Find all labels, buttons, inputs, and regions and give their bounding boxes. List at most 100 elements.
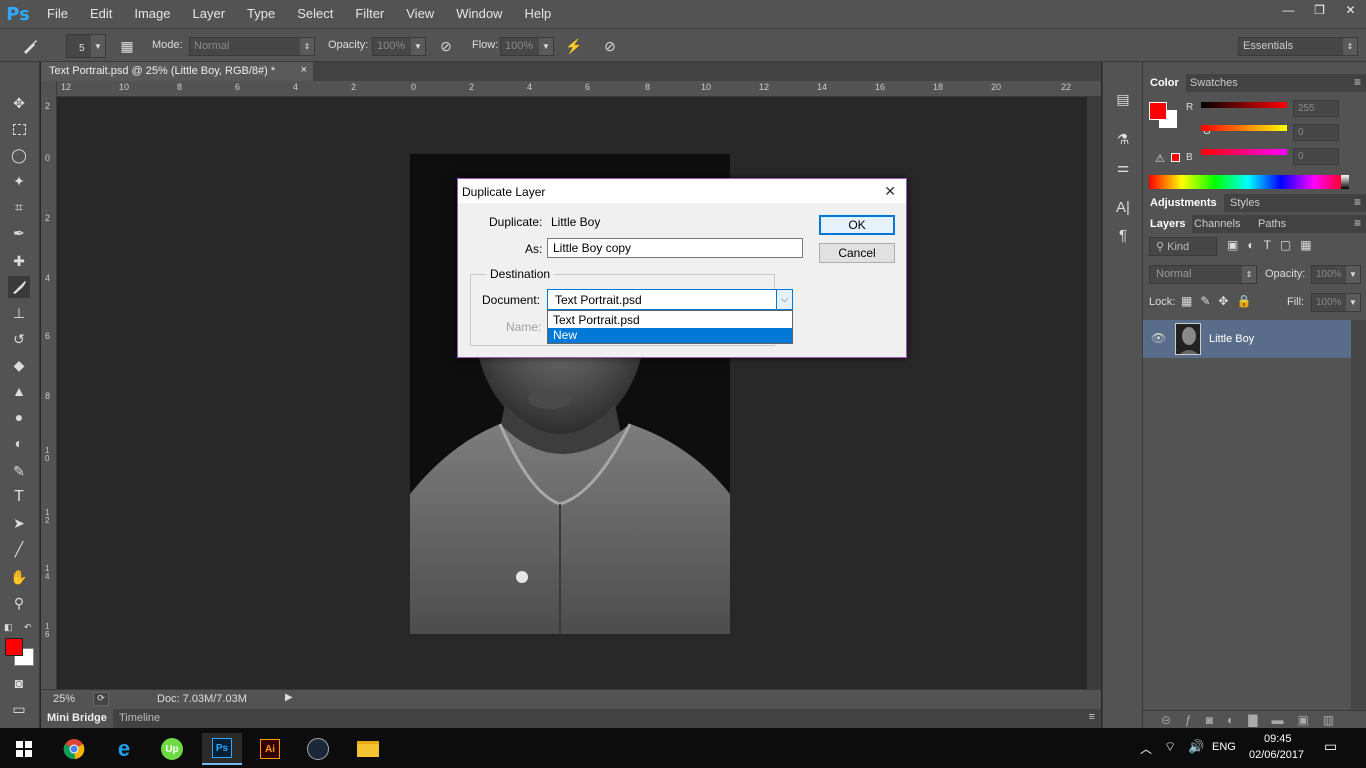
layers-scrollbar[interactable] xyxy=(1351,320,1366,710)
tab-paths[interactable]: Paths xyxy=(1251,215,1293,233)
tab-close-icon[interactable]: × xyxy=(301,64,307,76)
paragraph-panel-icon[interactable]: ¶ xyxy=(1112,224,1134,246)
menu-view[interactable]: View xyxy=(395,0,445,28)
pressure-opacity-icon[interactable]: ⊘ xyxy=(436,36,456,56)
pen-tool-icon[interactable]: ✎ xyxy=(8,460,30,482)
blur-tool-icon[interactable]: ● xyxy=(8,406,30,428)
photoshop-taskbar-icon[interactable]: Ps xyxy=(202,733,242,765)
history-panel-icon[interactable]: ▤ xyxy=(1112,88,1134,110)
vertical-scrollbar[interactable] xyxy=(1087,97,1101,689)
pressure-size-icon[interactable]: ⊘ xyxy=(600,36,620,56)
tab-layers[interactable]: Layers xyxy=(1143,215,1193,233)
airbrush-icon[interactable]: ⚡ xyxy=(564,36,584,56)
layer-row-little-boy[interactable]: 👁 Little Boy xyxy=(1143,320,1351,358)
tab-timeline[interactable]: Timeline xyxy=(113,709,166,728)
bucket-tool-icon[interactable]: ▲ xyxy=(8,380,30,402)
panel-menu-icon[interactable]: ≡ xyxy=(1354,75,1361,89)
crop-tool-icon[interactable]: ⌗ xyxy=(8,196,30,218)
menu-image[interactable]: Image xyxy=(123,0,181,28)
workspace-select[interactable]: Essentials ⇕ xyxy=(1238,37,1358,56)
illustrator-icon[interactable]: Ai xyxy=(250,733,290,765)
color-spectrum-bar[interactable] xyxy=(1149,175,1347,189)
tab-mini-bridge[interactable]: Mini Bridge xyxy=(41,709,113,728)
dropdown-option-text-portrait[interactable]: Text Portrait.psd xyxy=(548,312,792,328)
tab-color[interactable]: Color xyxy=(1143,74,1186,92)
dialog-close-icon[interactable]: ✕ xyxy=(884,183,896,200)
path-selection-icon[interactable]: ➤ xyxy=(8,512,30,534)
line-tool-icon[interactable]: ╱ xyxy=(8,538,30,560)
close-button[interactable]: ✕ xyxy=(1335,0,1366,20)
default-colors-icon[interactable]: ◧ xyxy=(4,622,13,633)
screen-mode-icon[interactable]: ▭ xyxy=(8,698,30,720)
ok-button[interactable]: OK xyxy=(819,215,895,235)
as-input[interactable] xyxy=(547,238,803,258)
document-tab[interactable]: Text Portrait.psd @ 25% (Little Boy, RGB… xyxy=(41,62,313,81)
mode-select[interactable]: Normal ⇕ xyxy=(189,37,315,56)
menu-help[interactable]: Help xyxy=(513,0,562,28)
clock-date[interactable]: 02/06/2017 xyxy=(1249,749,1304,761)
lock-options-icons[interactable]: ▦✎✥🔒 xyxy=(1181,294,1259,308)
brush-tool-icon[interactable] xyxy=(8,276,30,298)
quick-mask-icon[interactable]: ◙ xyxy=(8,672,30,694)
menu-type[interactable]: Type xyxy=(236,0,286,28)
layer-filter-icons[interactable]: ▣◐T▢▦ xyxy=(1227,238,1321,252)
chevron-up-icon[interactable]: ︿ xyxy=(1140,740,1152,757)
marquee-tool-icon[interactable] xyxy=(8,118,30,140)
type-tool-icon[interactable]: T xyxy=(8,486,30,508)
panel-menu-icon[interactable]: ≡ xyxy=(1354,216,1361,230)
green-value-input[interactable]: 0 xyxy=(1293,124,1339,141)
clock-time[interactable]: 09:45 xyxy=(1264,733,1292,745)
stamp-tool-icon[interactable]: ⊥ xyxy=(8,302,30,324)
brush-presets-icon[interactable]: ⚗ xyxy=(1112,128,1134,150)
hand-tool-icon[interactable]: ✋ xyxy=(8,566,30,588)
volume-icon[interactable]: 🔊 xyxy=(1188,739,1204,755)
tab-adjustments[interactable]: Adjustments xyxy=(1143,194,1224,212)
blue-slider[interactable] xyxy=(1201,149,1287,155)
panel-menu-icon[interactable]: ≡ xyxy=(1089,711,1095,723)
character-panel-icon[interactable]: A| xyxy=(1112,196,1134,218)
green-slider[interactable] xyxy=(1201,125,1287,131)
layer-filter-kind[interactable]: ⚲ Kind xyxy=(1149,237,1217,256)
menu-file[interactable]: File xyxy=(36,0,79,28)
move-tool-icon[interactable]: ✥ xyxy=(8,92,30,114)
layer-name[interactable]: Little Boy xyxy=(1209,333,1254,345)
brush-tool-icon[interactable] xyxy=(20,36,40,56)
history-brush-icon[interactable]: ↺ xyxy=(8,328,30,350)
clone-source-icon[interactable]: ⚌ xyxy=(1112,156,1134,178)
internet-explorer-icon[interactable]: e xyxy=(104,733,144,765)
brush-size-picker[interactable]: 5 ▼ xyxy=(66,34,106,58)
brush-panel-icon[interactable]: ▦ xyxy=(117,36,137,56)
blue-value-input[interactable]: 0 xyxy=(1293,148,1339,165)
black-white-ramp[interactable] xyxy=(1341,175,1349,189)
panel-menu-icon[interactable]: ≡ xyxy=(1354,195,1361,209)
eraser-tool-icon[interactable]: ◆ xyxy=(8,354,30,376)
menu-layer[interactable]: Layer xyxy=(182,0,237,28)
swap-colors-icon[interactable]: ↶ xyxy=(24,622,32,633)
layer-opacity-input[interactable]: 100% ▼ xyxy=(1311,265,1361,284)
status-menu-arrow-icon[interactable]: ▶ xyxy=(285,692,297,706)
blend-mode-select[interactable]: Normal ⇕ xyxy=(1149,265,1257,284)
layer-actions-bar[interactable]: ⊝ƒ◙◐▇▬▣▥ xyxy=(1143,710,1366,730)
fill-input[interactable]: 100% ▼ xyxy=(1311,293,1361,312)
menu-window[interactable]: Window xyxy=(445,0,513,28)
windows-start-icon[interactable] xyxy=(4,733,44,765)
chrome-icon[interactable] xyxy=(54,733,94,765)
tab-styles[interactable]: Styles xyxy=(1223,194,1267,212)
minimize-button[interactable]: — xyxy=(1273,0,1304,20)
red-value-input[interactable]: 255 xyxy=(1293,100,1339,117)
dropdown-option-new[interactable]: New xyxy=(548,328,792,343)
tab-swatches[interactable]: Swatches xyxy=(1183,74,1245,92)
gamut-color-swatch[interactable] xyxy=(1171,153,1180,162)
zoom-tool-icon[interactable]: ⚲ xyxy=(8,592,30,614)
foreground-color-swatch[interactable] xyxy=(5,638,23,656)
magic-wand-icon[interactable]: ✦ xyxy=(8,170,30,192)
menu-filter[interactable]: Filter xyxy=(344,0,395,28)
gamut-warning-icon[interactable]: ⚠ xyxy=(1155,152,1165,165)
red-slider[interactable] xyxy=(1201,102,1287,108)
menu-select[interactable]: Select xyxy=(286,0,344,28)
notifications-icon[interactable]: ▭ xyxy=(1324,738,1337,755)
cancel-button[interactable]: Cancel xyxy=(819,243,895,263)
foreground-color-swatch[interactable] xyxy=(1149,102,1167,120)
menu-edit[interactable]: Edit xyxy=(79,0,123,28)
eye-visibility-icon[interactable]: 👁 xyxy=(1151,331,1166,345)
